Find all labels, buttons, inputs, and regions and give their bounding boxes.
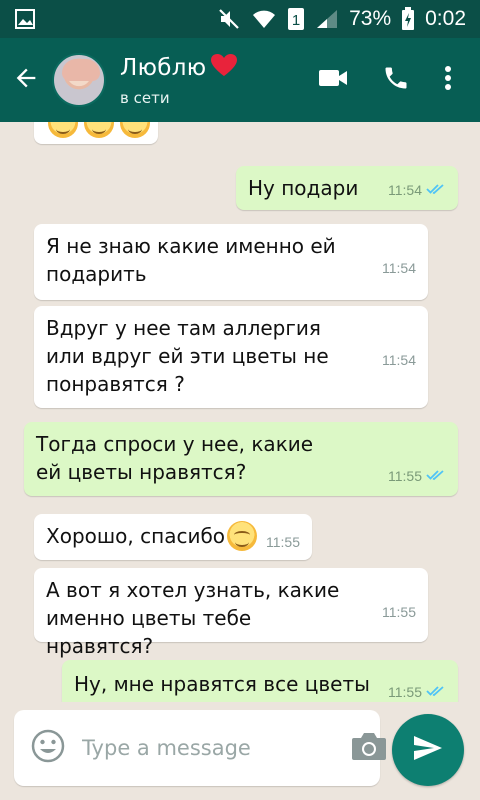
message-meta: 11:55 <box>266 528 300 556</box>
wifi-icon <box>251 7 277 31</box>
message-incoming[interactable]: Вдруг у нее там аллергия или вдруг ей эт… <box>34 306 428 408</box>
message-input-container <box>14 710 386 786</box>
chat-header: Люблю в сети <box>0 38 480 122</box>
message-text: Ну, мне нравятся все цветы <box>74 672 370 696</box>
message-text: Ну подари <box>248 176 359 200</box>
message-time: 11:55 <box>382 604 416 620</box>
emoji-button[interactable] <box>30 728 66 768</box>
back-arrow-icon <box>12 64 40 96</box>
back-button[interactable] <box>0 38 52 122</box>
send-button[interactable] <box>392 714 464 786</box>
message-outgoing[interactable]: Тогда спроси у нее, какие ей цветы нравя… <box>24 422 458 496</box>
message-time: 11:54 <box>388 182 422 198</box>
double-check-icon <box>426 176 446 204</box>
message-outgoing[interactable]: Ну, мне нравятся все цветы 11:55 <box>62 660 458 702</box>
camera-button[interactable] <box>350 730 388 766</box>
more-vert-icon <box>444 65 452 95</box>
message-text: А вот я хотел узнать, какие именно цветы… <box>46 578 340 658</box>
message-text-content: Хорошо, спасибо <box>46 524 226 548</box>
contact-name-row: Люблю <box>120 53 318 83</box>
composer <box>0 702 480 800</box>
smile-emoji-icon <box>84 122 114 138</box>
message-incoming[interactable]: А вот я хотел узнать, какие именно цветы… <box>34 568 428 658</box>
smile-emoji-icon <box>48 122 78 138</box>
video-call-button[interactable] <box>318 66 348 94</box>
message-outgoing[interactable]: Ну подари 11:54 <box>236 166 458 210</box>
message-meta: 11:55 <box>388 462 446 490</box>
smile-emoji-icon <box>120 122 150 138</box>
voice-call-button[interactable] <box>382 64 410 96</box>
double-check-icon <box>426 462 446 490</box>
camera-icon <box>350 733 388 766</box>
message-meta: 11:54 <box>382 346 416 374</box>
message-list[interactable]: Ну подари 11:54 Я не знаю какие именно е… <box>0 122 480 702</box>
message-meta: 11:55 <box>388 678 446 702</box>
double-check-icon <box>426 678 446 702</box>
message-text: Хорошо, спасибо <box>46 520 258 551</box>
clock: 0:02 <box>425 7 466 30</box>
signal-icon <box>315 8 339 30</box>
emoji-icon <box>30 729 66 768</box>
contact-info[interactable]: Люблю в сети <box>120 53 318 107</box>
message-text: Я не знаю какие именно ей подарить <box>46 234 336 286</box>
heart-icon <box>210 53 238 83</box>
smile-emoji-icon <box>227 520 258 551</box>
message-time: 11:55 <box>388 684 422 700</box>
video-call-icon <box>318 66 348 94</box>
message-input[interactable] <box>82 736 350 760</box>
message-time: 11:55 <box>388 468 422 484</box>
message-time: 11:54 <box>382 352 416 368</box>
mute-icon <box>217 7 241 31</box>
contact-name: Люблю <box>120 55 207 81</box>
message-incoming[interactable]: Хорошо, спасибо 11:55 <box>34 514 312 560</box>
message-text: Тогда спроси у нее, какие ей цветы нравя… <box>36 432 314 484</box>
message-incoming[interactable]: Я не знаю какие именно ей подарить 11:54 <box>34 224 428 300</box>
message-text: Вдруг у нее там аллергия или вдруг ей эт… <box>46 316 329 396</box>
contact-avatar[interactable] <box>52 53 106 107</box>
message-time: 11:55 <box>266 534 300 550</box>
contact-presence: в сети <box>120 89 170 107</box>
message-incoming[interactable] <box>34 122 158 144</box>
status-bar: 1 73% 0:02 <box>0 0 480 38</box>
phone-icon <box>382 64 410 96</box>
message-meta: 11:54 <box>388 176 446 204</box>
more-options-button[interactable] <box>444 65 452 95</box>
battery-percent: 73% <box>349 7 392 30</box>
svg-text:1: 1 <box>292 12 300 29</box>
battery-charging-icon <box>401 7 415 31</box>
gallery-notification-icon <box>14 8 36 30</box>
message-meta: 11:55 <box>382 598 416 626</box>
send-icon <box>412 734 444 766</box>
message-meta: 11:54 <box>382 254 416 282</box>
sim-slot-icon: 1 <box>287 7 305 31</box>
message-time: 11:54 <box>382 260 416 276</box>
